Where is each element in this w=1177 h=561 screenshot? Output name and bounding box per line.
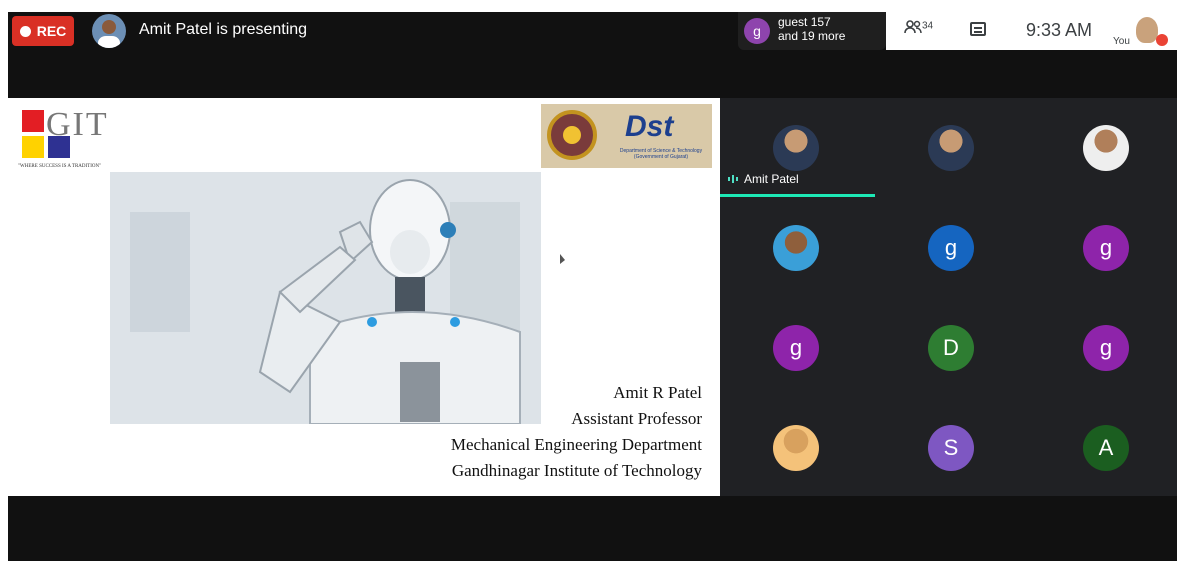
active-speaker-bar <box>720 194 875 197</box>
meeting-controls-bar: 34 9:33 AM You <box>886 12 1177 50</box>
recording-dot-icon <box>19 25 31 37</box>
participant-name-row: Amit Patel <box>728 172 799 186</box>
chat-icon[interactable] <box>970 22 986 36</box>
recording-label: REC <box>36 23 67 39</box>
presenting-text: Amit Patel is presenting <box>139 21 308 38</box>
participant-avatar <box>928 125 974 171</box>
participant-avatar <box>773 425 819 471</box>
mouse-cursor-icon <box>560 254 565 264</box>
participant-avatar: g <box>1083 225 1129 271</box>
participant-tile[interactable] <box>875 98 1030 198</box>
recording-badge: REC <box>12 16 74 46</box>
credit-line: Amit R Patel <box>613 383 702 402</box>
dst-logo: Dst Department of Science & Technology (… <box>541 104 712 168</box>
participant-tile[interactable]: g <box>720 298 875 398</box>
guest-avatar: g <box>744 18 770 44</box>
participant-tile[interactable]: Amit Patel <box>720 98 875 198</box>
logo-tagline: "WHERE SUCCESS IS A TRADITION" <box>18 164 102 169</box>
participant-tile[interactable]: g <box>1030 198 1177 298</box>
clock-time: 9:33 AM <box>1026 20 1093 40</box>
participant-grid: Amit Patel g g g D g S A <box>720 98 1177 496</box>
logo-text: GIT <box>46 106 109 143</box>
participant-avatar <box>773 225 819 271</box>
guest-text: guest 157 and 19 more <box>778 15 845 43</box>
participant-avatar: g <box>773 325 819 371</box>
credit-line: Assistant Professor <box>571 409 702 428</box>
participant-avatar: g <box>928 225 974 271</box>
dst-subtitle: Department of Science & Technology (Gove… <box>619 148 703 160</box>
participant-tile[interactable]: A <box>1030 398 1177 498</box>
participant-tile[interactable] <box>720 198 875 298</box>
self-view-avatar[interactable] <box>1136 17 1158 43</box>
gujcost-seal-icon <box>547 110 597 160</box>
people-button[interactable]: 34 <box>904 20 933 37</box>
meeting-stage: REC Amit Patel is presenting g guest 157… <box>8 12 1177 561</box>
speaking-indicator-icon <box>728 175 738 183</box>
credit-line: Gandhinagar Institute of Technology <box>451 461 702 480</box>
participant-tile[interactable]: g <box>1030 298 1177 398</box>
presenter-credits: Amit R Patel Assistant Professor Mechani… <box>451 380 702 484</box>
people-count: 34 <box>922 20 934 32</box>
participant-tile[interactable]: S <box>875 398 1030 498</box>
guest-chip[interactable]: g guest 157 and 19 more <box>738 12 886 50</box>
mic-off-icon <box>1156 34 1168 46</box>
participant-tile[interactable]: D <box>875 298 1030 398</box>
bottom-toolbar-area <box>8 496 1177 561</box>
you-label: You <box>1113 36 1130 47</box>
participant-avatar: D <box>928 325 974 371</box>
participant-name: Amit Patel <box>744 172 799 186</box>
guest-line-2: and 19 more <box>778 29 846 43</box>
presentation-slide: GIT "WHERE SUCCESS IS A TRADITION" Dst D… <box>8 98 720 496</box>
people-icon <box>904 20 922 34</box>
credit-line: Mechanical Engineering Department <box>450 435 702 454</box>
participant-tile[interactable] <box>1030 98 1177 198</box>
participant-avatar: A <box>1083 425 1129 471</box>
participant-avatar: S <box>928 425 974 471</box>
participant-tile[interactable]: g <box>875 198 1030 298</box>
participant-avatar: g <box>1083 325 1129 371</box>
guest-line-1: guest 157 <box>778 15 831 29</box>
presenter-avatar <box>92 14 126 48</box>
participant-avatar <box>1083 125 1129 171</box>
participant-tile[interactable] <box>720 398 875 498</box>
participant-avatar <box>773 125 819 171</box>
dst-word: Dst <box>625 110 674 143</box>
git-logo: GIT "WHERE SUCCESS IS A TRADITION" <box>18 106 108 172</box>
